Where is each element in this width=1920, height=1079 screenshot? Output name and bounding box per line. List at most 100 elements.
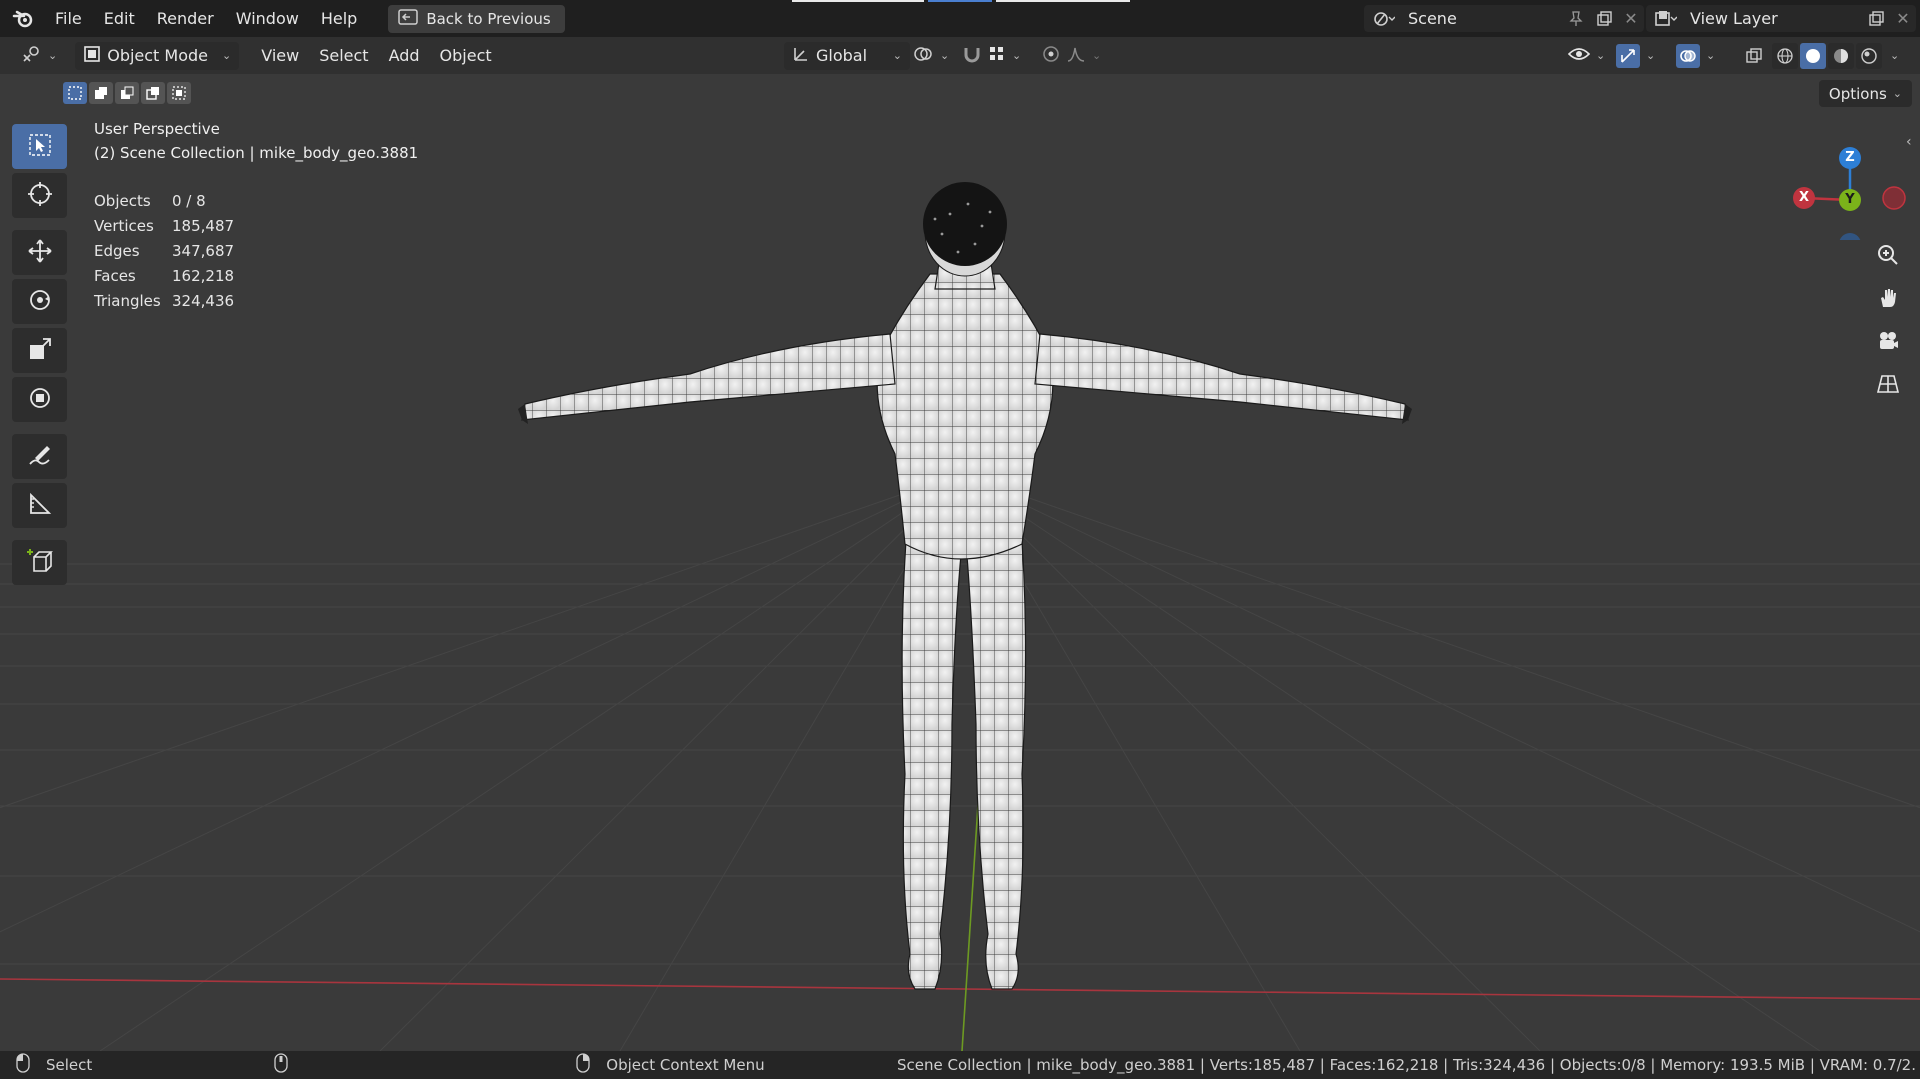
- stat-label: Objects: [94, 191, 151, 210]
- snap-grid-icon: [988, 45, 1006, 67]
- mike-body-mesh[interactable]: [518, 182, 1412, 990]
- transform-icon: [27, 385, 53, 415]
- cursor-tool[interactable]: [12, 173, 67, 218]
- select-box-icon: [28, 133, 52, 161]
- annotate-tool[interactable]: [12, 434, 67, 479]
- chevron-down-icon: ⌄: [1092, 49, 1102, 62]
- solid-shading-icon[interactable]: [1800, 42, 1826, 69]
- viewport-header: ⌄ Object Mode ⌄ View Select Add Object G…: [0, 37, 1920, 74]
- sidebar-expand-icon[interactable]: ‹: [1906, 134, 1912, 150]
- transform-tool[interactable]: [12, 377, 67, 422]
- visibility-dropdown[interactable]: ⌄: [1560, 42, 1613, 70]
- menu-render[interactable]: Render: [146, 0, 225, 37]
- header-menu-view[interactable]: View: [251, 46, 309, 65]
- header-menu-select[interactable]: Select: [309, 46, 378, 65]
- add-cube-icon: [26, 547, 54, 579]
- menu-edit[interactable]: Edit: [93, 0, 146, 37]
- add-cube-tool[interactable]: [12, 540, 67, 585]
- select-intersect-icon[interactable]: [167, 82, 191, 104]
- header-menu-add[interactable]: Add: [379, 46, 430, 65]
- shading-chevron-down-icon[interactable]: ⌄: [1890, 49, 1899, 62]
- material-preview-shading-icon[interactable]: [1828, 42, 1854, 69]
- stat-value: 347,687: [172, 241, 235, 260]
- annotate-pen-icon: [27, 442, 53, 472]
- magnet-icon: [962, 45, 982, 67]
- camera-view-icon[interactable]: [1870, 323, 1906, 359]
- object-mode-icon: [83, 45, 101, 67]
- scale-tool[interactable]: [12, 328, 67, 373]
- rotate-icon: [27, 287, 53, 317]
- header-menu-object[interactable]: Object: [430, 46, 502, 65]
- overlays-toggle[interactable]: ⌄: [1668, 42, 1723, 70]
- chevron-down-icon: ⌄: [1012, 49, 1022, 62]
- new-scene-icon[interactable]: [1590, 10, 1618, 27]
- status-left-hint: Select: [46, 1056, 93, 1074]
- chevron-down-icon: ⌄: [222, 49, 232, 62]
- view-layer-name[interactable]: View Layer: [1686, 9, 1862, 28]
- select-box-tool[interactable]: [12, 124, 67, 169]
- rotate-tool[interactable]: [12, 279, 67, 324]
- view-layer-selector[interactable]: View Layer ✕: [1646, 5, 1916, 32]
- 3d-viewport[interactable]: Z X Y ‹: [0, 74, 1920, 1051]
- wireframe-shading-icon[interactable]: [1772, 42, 1798, 69]
- x-axis-line: [0, 978, 1920, 1000]
- y-axis-line: [961, 773, 981, 1051]
- scene-selector[interactable]: Scene ✕: [1364, 5, 1644, 32]
- mouse-left-icon: [16, 1053, 30, 1077]
- select-invert-icon[interactable]: [141, 82, 165, 104]
- stat-row: Edges 347,687: [94, 238, 234, 263]
- proportional-edit-icon: [1042, 45, 1060, 67]
- close-scene-icon[interactable]: ✕: [1618, 9, 1644, 28]
- gizmo-toggle[interactable]: ⌄: [1608, 42, 1663, 70]
- chevron-down-icon: ⌄: [1892, 87, 1902, 100]
- menu-file[interactable]: File: [44, 0, 93, 37]
- stat-row: Objects 0 / 8: [94, 188, 234, 213]
- options-dropdown[interactable]: Options ⌄: [1818, 80, 1912, 107]
- shading-mode-group: [1772, 42, 1882, 69]
- stat-row: Faces 162,218: [94, 263, 234, 288]
- snap-toggle[interactable]: ⌄: [954, 42, 1029, 70]
- stat-label: Edges: [94, 241, 140, 260]
- pin-icon[interactable]: [1562, 10, 1590, 27]
- viewport-scene: [0, 182, 1920, 1051]
- pan-hand-icon[interactable]: [1870, 280, 1906, 316]
- back-to-previous-button[interactable]: Back to Previous: [388, 4, 565, 33]
- chevron-down-icon: ⌄: [1706, 49, 1716, 62]
- mouse-right-icon: [576, 1053, 590, 1077]
- zoom-icon[interactable]: [1870, 237, 1906, 273]
- move-tool[interactable]: [12, 230, 67, 275]
- back-icon: [398, 8, 419, 29]
- rendered-shading-icon[interactable]: [1856, 42, 1882, 69]
- chevron-down-icon: ⌄: [940, 49, 950, 62]
- chevron-down-icon: ⌄: [892, 49, 902, 62]
- scene-name[interactable]: Scene: [1404, 9, 1562, 28]
- stat-label: Triangles: [94, 291, 161, 310]
- gizmo-z-label: Z: [1845, 150, 1855, 165]
- orientation-label: Global: [816, 46, 868, 65]
- scene-icon: [1364, 10, 1404, 28]
- status-scene-info: Scene Collection | mike_body_geo.3881 | …: [897, 1056, 1916, 1074]
- new-view-layer-icon[interactable]: [1862, 10, 1890, 27]
- xray-toggle-icon[interactable]: [1740, 42, 1768, 70]
- close-view-layer-icon[interactable]: ✕: [1890, 9, 1916, 28]
- pivot-point-dropdown[interactable]: ⌄: [904, 42, 957, 70]
- object-mode-dropdown[interactable]: Object Mode ⌄: [75, 41, 240, 70]
- perspective-toggle-icon[interactable]: [1870, 366, 1906, 402]
- stat-label: Vertices: [94, 216, 154, 235]
- falloff-icon: [1066, 45, 1086, 67]
- menu-help[interactable]: Help: [310, 0, 368, 37]
- stat-row: Triangles 324,436: [94, 288, 234, 313]
- stat-row: Vertices 185,487: [94, 213, 234, 238]
- menu-window[interactable]: Window: [225, 0, 310, 37]
- blender-logo-icon[interactable]: [10, 6, 36, 32]
- select-new-icon[interactable]: [63, 82, 87, 104]
- navigation-gizmo[interactable]: [1786, 120, 1906, 240]
- stat-value: 185,487: [172, 216, 235, 235]
- editor-type-dropdown[interactable]: ⌄: [14, 42, 65, 70]
- measure-tool[interactable]: [12, 483, 67, 528]
- scene-statistics: Objects 0 / 8 Vertices 185,487 Edges 347,68…: [94, 188, 234, 313]
- transform-orientation-dropdown[interactable]: Global ⌄: [784, 41, 910, 70]
- select-subtract-icon[interactable]: [115, 82, 139, 104]
- select-extend-icon[interactable]: [89, 82, 113, 104]
- proportional-editing-toggle[interactable]: ⌄: [1034, 42, 1109, 70]
